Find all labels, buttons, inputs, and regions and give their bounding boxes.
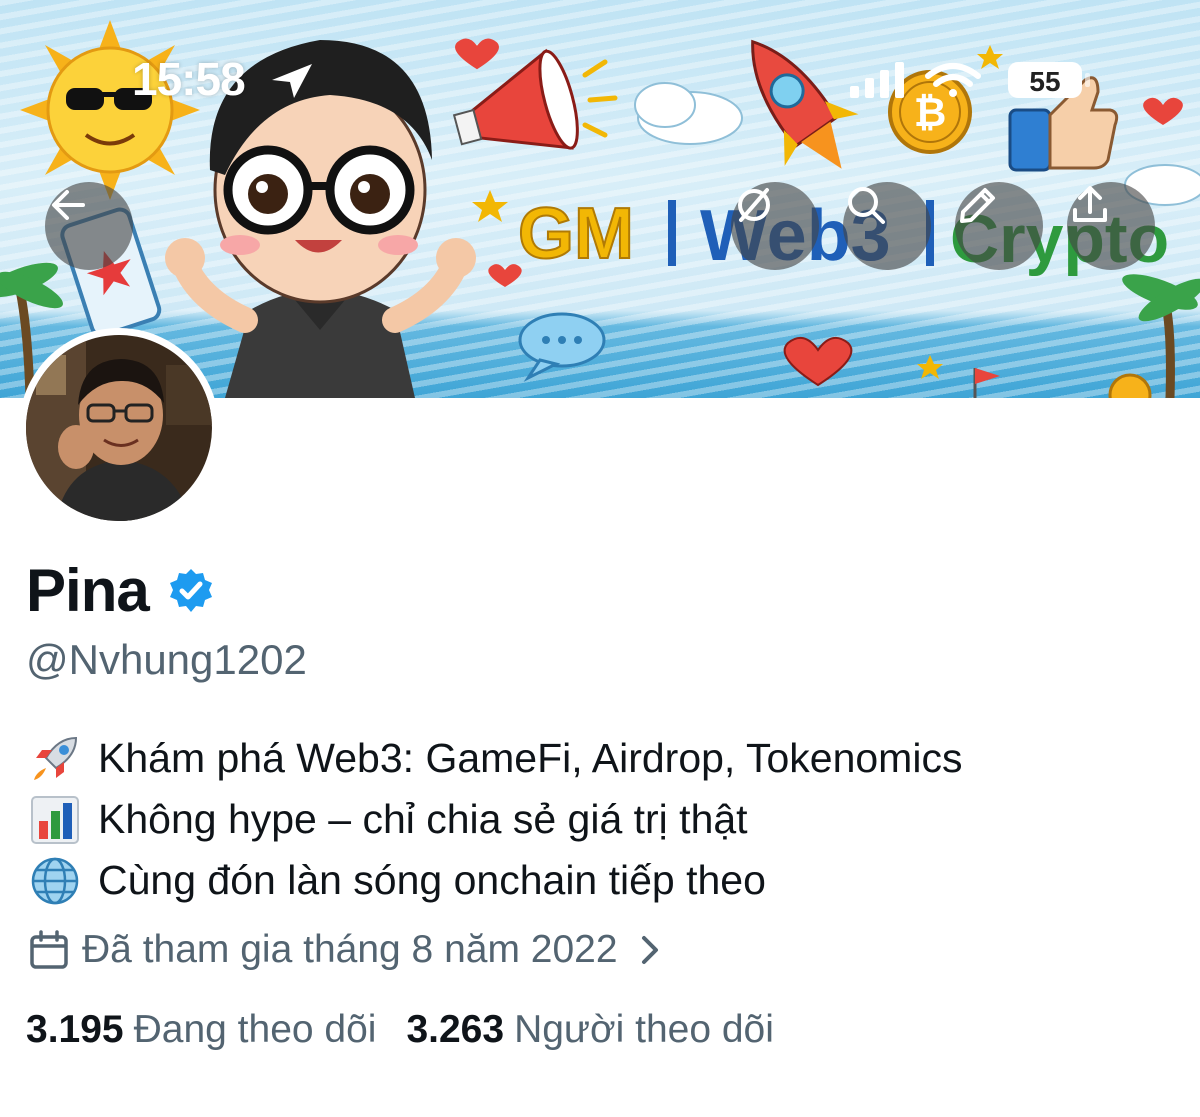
follow-stats: 3.195 Đang theo dõi 3.263 Người theo dõi bbox=[26, 1008, 804, 1052]
bio-line: Không hype – chỉ chia sẻ giá trị thật bbox=[26, 789, 962, 850]
bio-text: Khám phá Web3: GameFi, Airdrop, Tokenomi… bbox=[98, 735, 963, 781]
following-count[interactable]: 3.195 bbox=[26, 1008, 124, 1052]
wifi-icon bbox=[925, 63, 981, 97]
bar-chart-icon bbox=[26, 793, 84, 847]
battery-icon: 55 bbox=[1008, 62, 1090, 98]
profile-name-row: Pina bbox=[26, 556, 215, 625]
bio-text: Không hype – chỉ chia sẻ giá trị thật bbox=[98, 796, 748, 842]
profile-handle: @Nvhung1202 bbox=[26, 636, 307, 683]
mute-button[interactable] bbox=[731, 182, 819, 270]
profile-avatar[interactable] bbox=[19, 328, 219, 528]
following-label[interactable]: Đang theo dõi bbox=[134, 1008, 377, 1052]
rocket-icon bbox=[26, 732, 84, 786]
share-button[interactable] bbox=[1067, 182, 1155, 270]
profile-banner[interactable]: ₿ GM Crypto 15:58 55 bbox=[0, 0, 1200, 398]
status-indicators: 55 bbox=[850, 58, 1110, 102]
rocket-illustration bbox=[751, 39, 859, 169]
cellular-signal-icon bbox=[850, 62, 904, 98]
joined-date-text: Đã tham gia tháng 8 năm 2022 bbox=[82, 928, 618, 971]
globe-icon bbox=[26, 854, 84, 908]
edit-button[interactable] bbox=[955, 182, 1043, 270]
back-button[interactable] bbox=[45, 182, 133, 270]
bio-line: Khám phá Web3: GameFi, Airdrop, Tokenomi… bbox=[26, 728, 962, 789]
search-icon bbox=[848, 187, 885, 224]
location-arrow-icon bbox=[272, 64, 312, 98]
followers-count[interactable]: 3.263 bbox=[406, 1008, 504, 1052]
banner-text-gm: GM bbox=[518, 194, 634, 274]
speech-bubble-illustration bbox=[518, 312, 606, 382]
profile-bio: Khám phá Web3: GameFi, Airdrop, Tokenomi… bbox=[26, 728, 962, 911]
verified-badge-icon[interactable] bbox=[167, 567, 215, 615]
status-time: 15:58 bbox=[132, 53, 246, 105]
joined-date-row[interactable]: Đã tham gia tháng 8 năm 2022 bbox=[28, 928, 664, 972]
followers-label[interactable]: Người theo dõi bbox=[514, 1008, 774, 1052]
sun-illustration bbox=[20, 20, 200, 200]
calendar-icon bbox=[30, 930, 68, 969]
share-upload-icon bbox=[1073, 186, 1107, 222]
chevron-right-icon bbox=[641, 936, 658, 964]
mute-circle-slash-icon bbox=[738, 188, 770, 222]
bio-text: Cùng đón làn sóng onchain tiếp theo bbox=[98, 857, 766, 903]
arrow-left-icon bbox=[52, 190, 85, 220]
avatar-photo bbox=[26, 335, 212, 521]
bio-line: Cùng đón làn sóng onchain tiếp theo bbox=[26, 850, 962, 911]
battery-level: 55 bbox=[1029, 66, 1060, 97]
display-name: Pina bbox=[26, 557, 150, 624]
search-button[interactable] bbox=[843, 182, 931, 270]
pencil-icon bbox=[960, 188, 995, 223]
megaphone-illustration bbox=[452, 48, 579, 150]
